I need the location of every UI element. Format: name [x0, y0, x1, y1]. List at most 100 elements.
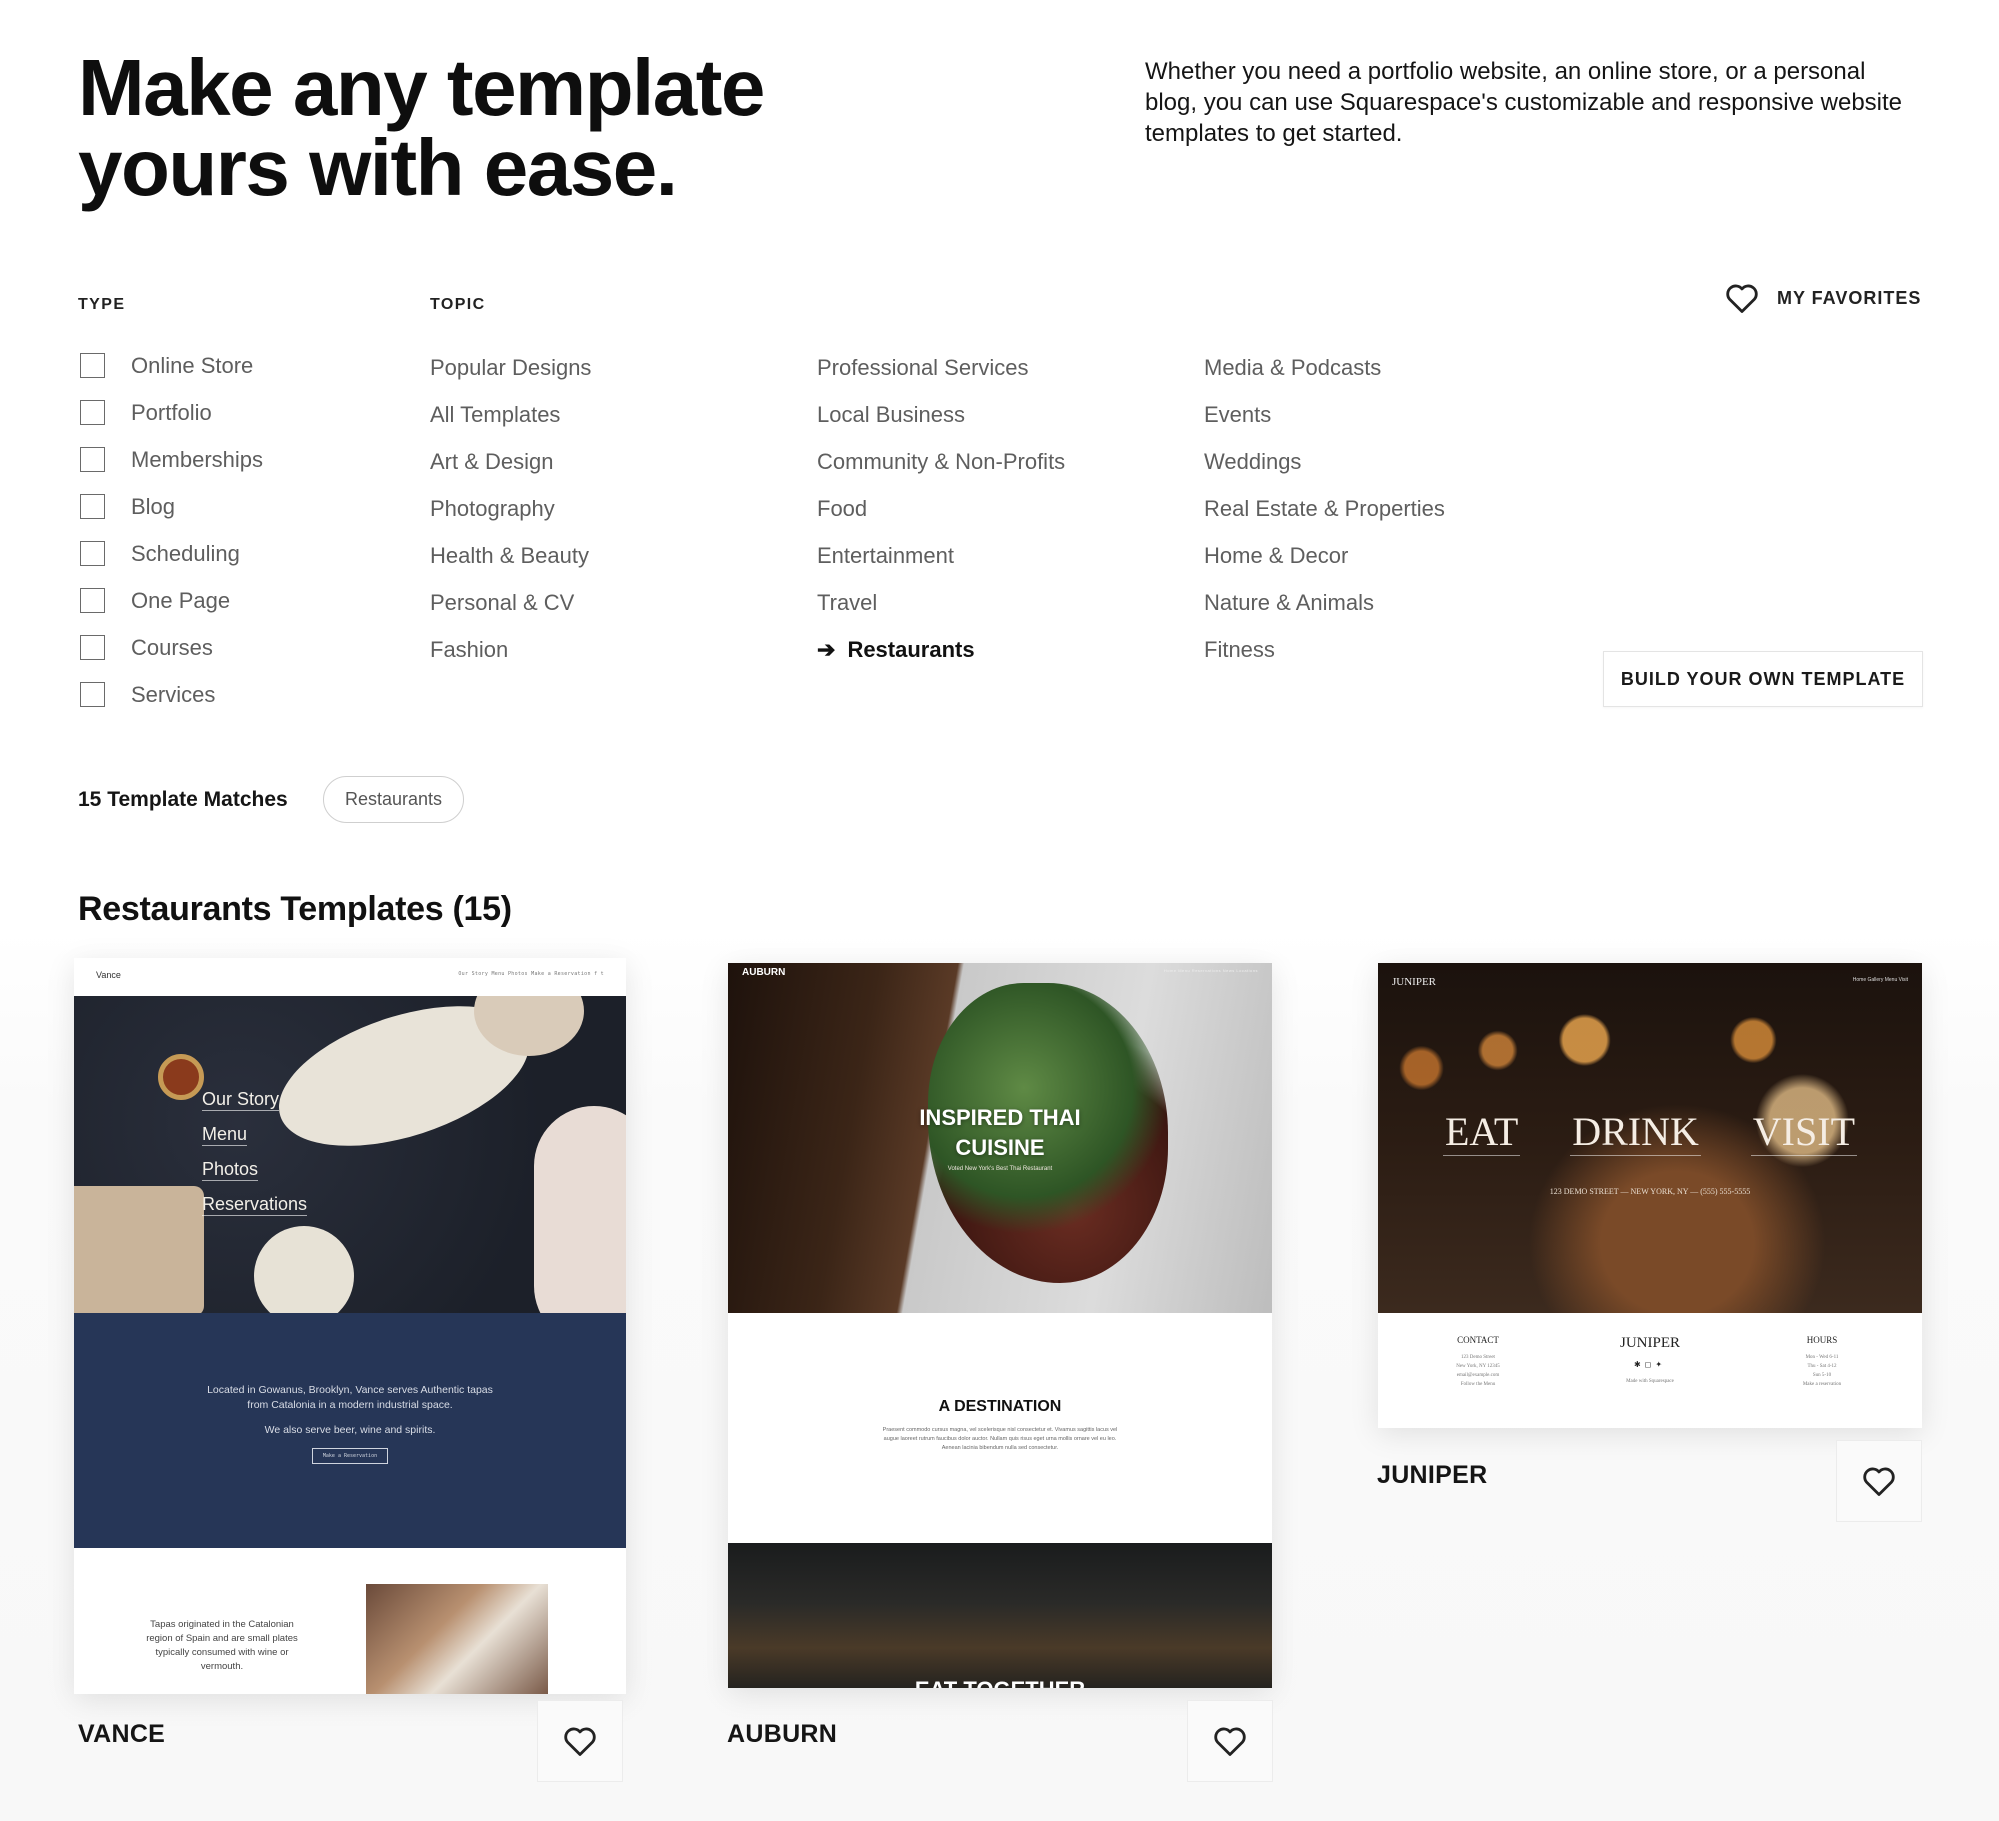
checkbox[interactable]: [80, 447, 105, 472]
topic-link[interactable]: Health & Beauty: [430, 532, 591, 579]
preview-cta: Make a Reservation: [311, 1448, 389, 1464]
yelp-icon: ✱: [1633, 1360, 1645, 1369]
preview-word: VISIT: [1750, 1109, 1858, 1156]
topic-link[interactable]: Local Business: [817, 391, 1065, 438]
topic-link[interactable]: Professional Services: [817, 344, 1065, 391]
section-title: Restaurants Templates (15): [78, 890, 512, 928]
preview-about-section: Located in Gowanus, Brooklyn, Vance serv…: [74, 1313, 626, 1548]
topic-heading: TOPIC: [430, 296, 486, 313]
preview-destination-section: A DESTINATION Praesent commodo cursus ma…: [728, 1313, 1272, 1543]
topic-link[interactable]: Home & Decor: [1204, 532, 1445, 579]
type-filter-label: Scheduling: [131, 540, 240, 566]
topic-link[interactable]: Events: [1204, 391, 1445, 438]
hero-description: Whether you need a portfolio website, an…: [1145, 58, 1903, 147]
type-filter-label: Portfolio: [131, 399, 212, 425]
type-filter-courses[interactable]: Courses: [80, 624, 263, 671]
heart-outline-icon: [564, 1727, 596, 1756]
favorite-button[interactable]: [1187, 1700, 1273, 1782]
topic-link[interactable]: All Templates: [430, 391, 591, 438]
template-matches-count: 15 Template Matches: [78, 788, 288, 811]
preview-footer-center: JUNIPER ✱◻✦ Made with Squarespace: [1590, 1335, 1710, 1428]
type-filter-online-store[interactable]: Online Store: [80, 342, 263, 389]
topic-column-1: Popular Designs All Templates Art & Desi…: [430, 344, 591, 673]
preview-menu-item: Photos: [202, 1159, 259, 1181]
topic-link[interactable]: Photography: [430, 485, 591, 532]
heart-outline-icon: [1863, 1467, 1895, 1496]
topic-link[interactable]: Personal & CV: [430, 579, 591, 626]
template-preview-juniper[interactable]: JUNIPER Home Gallery Menu Visit EAT DRIN…: [1378, 963, 1922, 1428]
type-filter-one-page[interactable]: One Page: [80, 577, 263, 624]
preview-logo: JUNIPER: [1392, 976, 1437, 988]
heart-outline-icon: [1726, 284, 1758, 313]
type-filter-blog[interactable]: Blog: [80, 483, 263, 530]
preview-headline: INSPIRED THAI CUISINE: [728, 1103, 1272, 1163]
topic-link[interactable]: Media & Podcasts: [1204, 344, 1445, 391]
topic-link[interactable]: Community & Non-Profits: [817, 438, 1065, 485]
template-name[interactable]: AUBURN: [727, 1720, 837, 1749]
preview-word: DRINK: [1570, 1109, 1701, 1156]
checkbox[interactable]: [80, 494, 105, 519]
preview-interior-image: EAT TOGETHER: [728, 1543, 1272, 1688]
active-filter-chip[interactable]: Restaurants: [323, 776, 464, 823]
checkbox[interactable]: [80, 541, 105, 566]
topic-link[interactable]: Entertainment: [817, 532, 1065, 579]
preview-hero-image: Our Story Menu Photos Reservations: [74, 996, 626, 1313]
type-filter-scheduling[interactable]: Scheduling: [80, 530, 263, 577]
preview-nav-links: Our Story Menu Photos Make a Reservation…: [458, 971, 604, 977]
template-name[interactable]: JUNIPER: [1377, 1461, 1487, 1490]
topic-link[interactable]: Nature & Animals: [1204, 579, 1445, 626]
type-filter-label: Courses: [131, 634, 213, 660]
heart-outline-icon: [1214, 1727, 1246, 1756]
type-filter-label: Blog: [131, 493, 176, 519]
template-name[interactable]: VANCE: [78, 1720, 165, 1749]
type-filter-services[interactable]: Services: [80, 671, 263, 718]
type-filter-memberships[interactable]: Memberships: [80, 436, 263, 483]
social-icons: ✱◻✦: [1590, 1360, 1710, 1369]
preview-nav: Vance Our Story Menu Photos Make a Reser…: [74, 958, 626, 996]
twitter-icon: ✦: [1655, 1360, 1667, 1369]
preview-headline-words: EAT DRINK VISIT: [1378, 1108, 1922, 1156]
topic-link-active[interactable]: ➔ Restaurants: [817, 626, 1065, 673]
type-heading: TYPE: [78, 296, 126, 313]
preview-menu: Our Story Menu Photos Reservations: [202, 1088, 308, 1228]
instagram-icon: ◻: [1644, 1360, 1656, 1369]
page-title-line-2: yours with ease.: [78, 123, 678, 212]
preview-footer-heading: HOURS: [1806, 1335, 1838, 1345]
topic-link[interactable]: Weddings: [1204, 438, 1445, 485]
preview-footer-logo: JUNIPER: [1619, 1335, 1680, 1351]
template-preview-auburn[interactable]: AUBURN Home Menu Reservations News Locat…: [728, 963, 1272, 1688]
template-preview-vance[interactable]: Vance Our Story Menu Photos Make a Reser…: [74, 958, 626, 1694]
preview-hero-image: JUNIPER Home Gallery Menu Visit EAT DRIN…: [1378, 963, 1922, 1313]
preview-subline: Voted New York's Best Thai Restaurant: [947, 1166, 1053, 1172]
preview-footer-text: Mon - Wed 6-11 Thu - Sat 4-12 Sun 5-10 M…: [1802, 1355, 1842, 1387]
favorite-button[interactable]: [1836, 1440, 1922, 1522]
preview-footer-contact: CONTACT 123 Demo Street New York, NY 123…: [1418, 1335, 1538, 1428]
topic-link[interactable]: Fitness: [1204, 626, 1445, 673]
topic-link[interactable]: Travel: [817, 579, 1065, 626]
topic-link[interactable]: Real Estate & Properties: [1204, 485, 1445, 532]
type-filter-portfolio[interactable]: Portfolio: [80, 389, 263, 436]
topic-link[interactable]: Fashion: [430, 626, 591, 673]
page-title-line-1: Make any template: [78, 43, 765, 132]
preview-word: EAT: [1442, 1109, 1521, 1156]
checkbox[interactable]: [80, 588, 105, 613]
preview-about-text-2: We also serve beer, wine and spirits.: [264, 1424, 436, 1436]
checkbox[interactable]: [80, 682, 105, 707]
type-filter-label: One Page: [131, 587, 231, 613]
checkbox[interactable]: [80, 635, 105, 660]
topic-link[interactable]: Food: [817, 485, 1065, 532]
checkbox[interactable]: [80, 400, 105, 425]
topic-link[interactable]: Popular Designs: [430, 344, 591, 391]
build-your-own-template-button[interactable]: BUILD YOUR OWN TEMPLATE: [1603, 651, 1923, 707]
preview-section-heading: A DESTINATION: [938, 1398, 1062, 1415]
preview-bottom-headline: EAT TOGETHER: [728, 1677, 1272, 1688]
preview-nav-links: Home Gallery Menu Visit: [1852, 977, 1908, 983]
favorite-button[interactable]: [537, 1700, 623, 1782]
arrow-right-icon: ➔: [817, 636, 836, 662]
preview-bottom-section: Tapas originated in the Catalonian regio…: [74, 1548, 626, 1694]
topic-column-3: Media & Podcasts Events Weddings Real Es…: [1204, 344, 1445, 673]
type-filter-list: Online Store Portfolio Memberships Blog …: [80, 342, 263, 718]
checkbox[interactable]: [80, 353, 105, 378]
my-favorites-link[interactable]: MY FAVORITES: [1725, 282, 1921, 314]
topic-link[interactable]: Art & Design: [430, 438, 591, 485]
